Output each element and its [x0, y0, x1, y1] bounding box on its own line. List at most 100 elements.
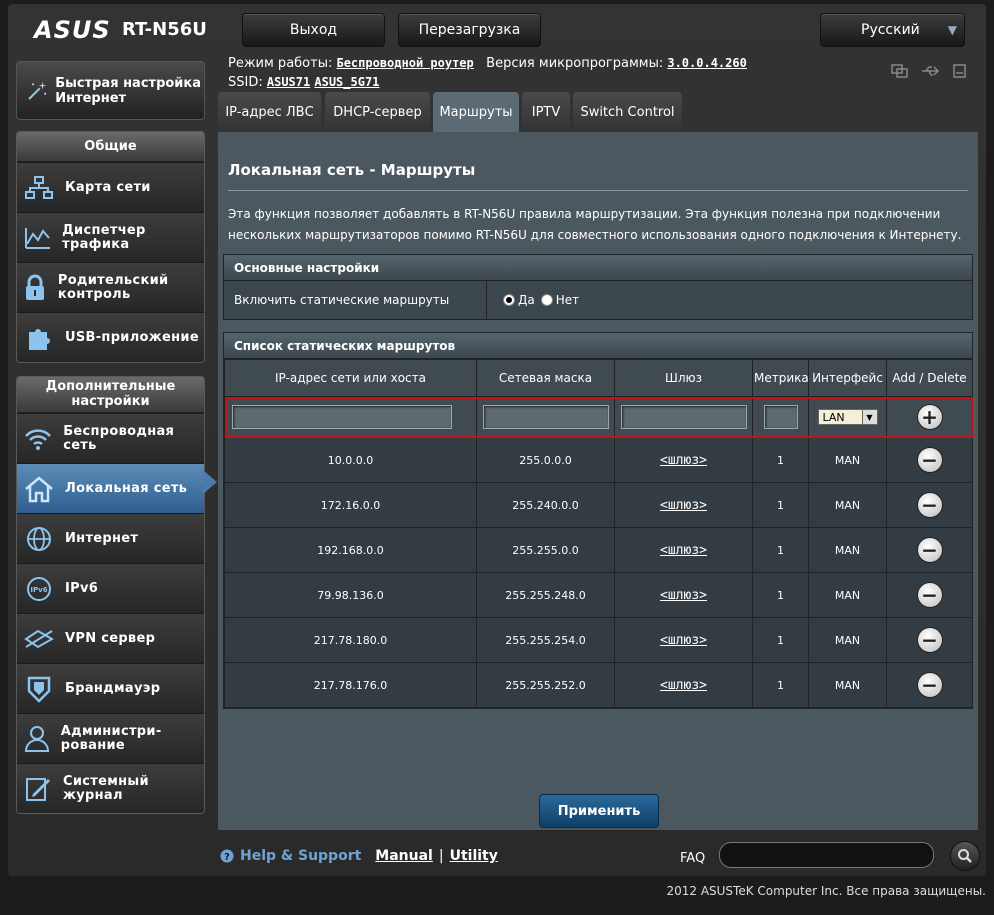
minus-icon: − [921, 538, 938, 562]
table-row: 172.16.0.0 255.240.0.0 <шлюз> 1 MAN − [224, 482, 973, 528]
route-gateway[interactable]: <шлюз> [660, 633, 707, 648]
route-metric: 1 [777, 678, 784, 692]
faq-search-button[interactable] [950, 841, 980, 871]
faq-search-input[interactable] [719, 842, 934, 868]
new-route-metric-input[interactable] [763, 405, 798, 429]
tab-routes[interactable]: Маршруты [433, 92, 519, 132]
routes-header-row: IP-адрес сети или хоста Сетевая маска Шл… [224, 359, 973, 397]
new-route-gateway-input[interactable] [620, 405, 747, 429]
page-title: Локальная сеть - Маршруты [228, 161, 476, 179]
active-item-pointer [203, 470, 217, 494]
status-icons [890, 62, 970, 80]
new-route-interface-select[interactable]: LAN ▼ [817, 409, 878, 425]
tab-dhcp-server[interactable]: DHCP-сервер [325, 92, 430, 132]
apply-button[interactable]: Применить [539, 794, 659, 828]
sidebar-item-usb-app[interactable]: USB-приложение [17, 312, 204, 362]
route-interface-cell: MAN [808, 437, 887, 483]
route-gateway[interactable]: <шлюз> [660, 543, 707, 558]
sidebar-item-wireless[interactable]: Беспроводная сеть [17, 413, 204, 463]
delete-route-button[interactable]: − [916, 492, 943, 518]
route-gateway[interactable]: <шлюз> [660, 498, 707, 513]
enable-static-routes-options: Да Нет [487, 281, 579, 319]
sidebar-item-lan[interactable]: Локальная сеть [17, 463, 204, 513]
sidebar-item-label: Брандмауэр [65, 680, 161, 696]
routes-table: IP-адрес сети или хоста Сетевая маска Шл… [224, 359, 973, 708]
route-interface: MAN [834, 678, 861, 692]
table-row: 217.78.176.0 255.255.252.0 <шлюз> 1 MAN − [224, 662, 973, 708]
route-metric-cell: 1 [752, 572, 809, 618]
quick-setup-label: Быстрая настройка Интернет [55, 75, 202, 106]
sidebar-item-vpn[interactable]: VPN сервер [17, 613, 204, 663]
new-route-mask-input[interactable] [482, 405, 609, 429]
enable-static-routes-label: Включить статические маршруты [224, 281, 487, 319]
ssid-label: SSID: [228, 75, 263, 90]
tab-switch-control[interactable]: Switch Control [573, 92, 682, 132]
new-gw-cell [614, 396, 753, 438]
tab-iptv[interactable]: IPTV [522, 92, 570, 132]
sidebar-item-firewall[interactable]: Брандмауэр [17, 663, 204, 713]
sidebar-item-label: Системный журнал [62, 773, 149, 803]
sidebar-item-traffic-manager[interactable]: Диспетчер трафика [17, 212, 204, 262]
delete-route-button[interactable]: − [916, 672, 943, 698]
ssid-link-2[interactable]: ASUS_5G71 [314, 75, 379, 89]
usb-status-icon[interactable] [920, 62, 940, 80]
radio-yes[interactable] [503, 294, 515, 306]
route-delete-cell: − [886, 662, 973, 708]
sidebar-item-label: Интернет [65, 530, 139, 546]
tab-lan-ip[interactable]: IP-адрес ЛВС [218, 92, 321, 132]
new-route-ip-input[interactable] [232, 405, 452, 429]
new-mask-cell [476, 396, 615, 438]
route-ip-cell: 10.0.0.0 [224, 437, 477, 483]
search-icon [958, 849, 972, 863]
sidebar-item-network-map[interactable]: Карта сети [17, 162, 204, 212]
asus-logo: ASUS [34, 16, 111, 44]
delete-route-button[interactable]: − [916, 582, 943, 608]
utility-link[interactable]: Utility [450, 848, 498, 864]
new-iface-cell: LAN ▼ [808, 396, 887, 438]
minus-icon: − [921, 628, 938, 652]
route-ip: 217.78.180.0 [313, 633, 388, 647]
reboot-button[interactable]: Перезагрузка [398, 13, 541, 47]
globe-icon [23, 523, 55, 555]
route-gateway[interactable]: <шлюз> [660, 588, 707, 603]
printer-status-icon[interactable] [950, 62, 970, 80]
delete-route-button[interactable]: − [916, 537, 943, 563]
sidebar-item-parental-control[interactable]: Родительский контроль [17, 262, 204, 312]
minus-icon: − [921, 583, 938, 607]
ssid-link-1[interactable]: ASUS71 [267, 75, 310, 89]
radio-no[interactable] [540, 294, 553, 306]
route-metric-cell: 1 [752, 482, 809, 528]
sidebar-item-ipv6[interactable]: IPv6 IPv6 [17, 563, 204, 613]
route-mask-cell: 255.0.0.0 [476, 437, 615, 483]
op-mode-link[interactable]: Беспроводной роутер [336, 56, 473, 70]
column-header: Шлюз [614, 359, 753, 397]
new-add-cell: + [886, 396, 973, 438]
route-gateway[interactable]: <шлюз> [660, 678, 707, 693]
route-ip: 192.168.0.0 [317, 543, 384, 557]
quick-setup-button[interactable]: Быстрая настройка Интернет [16, 61, 205, 120]
sidebar-item-internet[interactable]: Интернет [17, 513, 204, 563]
route-mask: 255.0.0.0 [519, 453, 572, 467]
sidebar-item-system-log[interactable]: Системный журнал [17, 763, 204, 813]
firmware-label: Версия микропрограммы: [486, 56, 664, 71]
sidebar-item-administration[interactable]: Администри-рование [17, 713, 204, 763]
network-status-icon[interactable] [890, 62, 910, 80]
router-model: RT-N56U [122, 19, 207, 40]
radio-yes-label: Да [518, 293, 535, 307]
manual-link[interactable]: Manual [375, 848, 433, 864]
route-ip-cell: 217.78.176.0 [224, 662, 477, 708]
delete-route-button[interactable]: − [916, 627, 943, 653]
delete-route-button[interactable]: − [916, 447, 943, 473]
basic-settings-section: Основные настройки Включить статические … [223, 254, 973, 320]
new-route-row: LAN ▼ + [224, 396, 973, 438]
firmware-link[interactable]: 3.0.0.4.260 [667, 56, 746, 70]
add-route-button[interactable]: + [916, 404, 943, 430]
op-mode-label: Режим работы: [228, 56, 333, 71]
chevron-down-icon: ▼ [947, 23, 958, 37]
route-gateway-cell: <шлюз> [614, 572, 753, 618]
route-gateway[interactable]: <шлюз> [660, 453, 707, 468]
language-select[interactable]: Русский ▼ [820, 13, 965, 47]
logout-button[interactable]: Выход [242, 13, 385, 47]
route-interface-cell: MAN [808, 527, 887, 573]
route-gateway-cell: <шлюз> [614, 482, 753, 528]
